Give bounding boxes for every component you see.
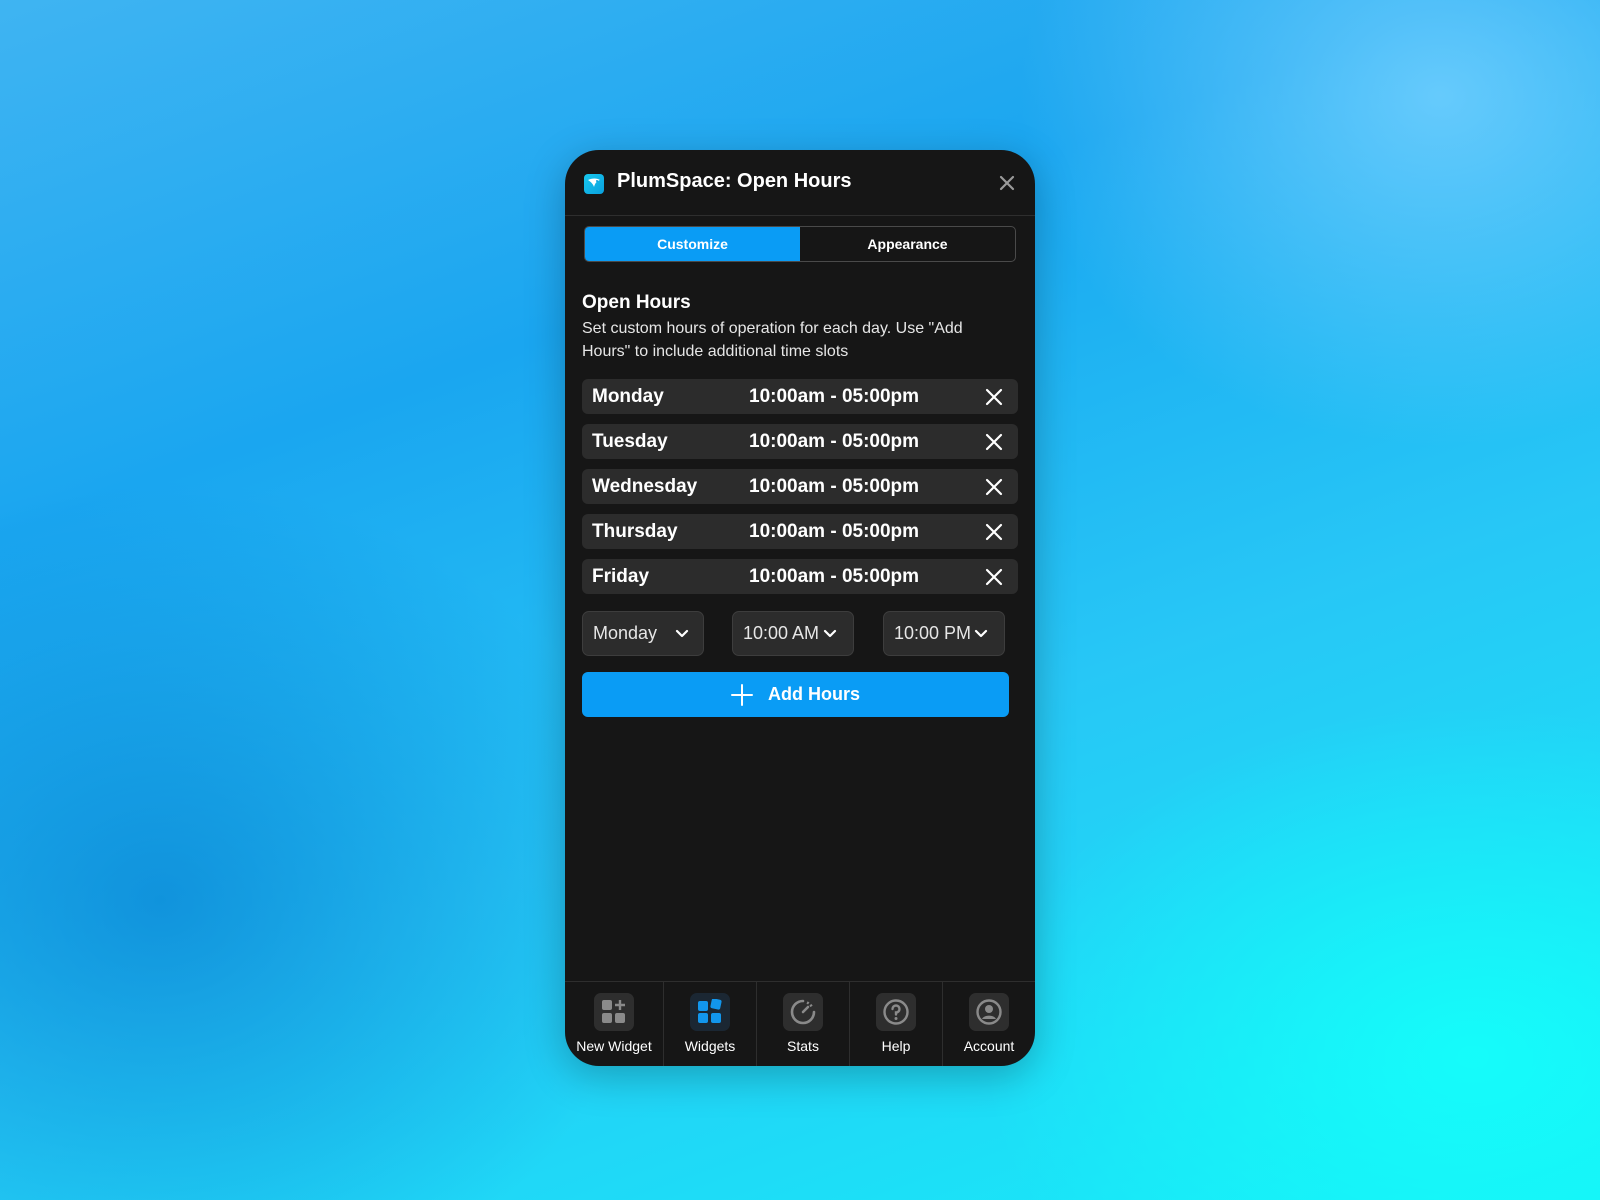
hours-time: 10:00am - 05:00pm: [749, 385, 920, 407]
end-time-value: 10:00 PM: [894, 623, 972, 643]
nav-label: Stats: [787, 1038, 819, 1054]
section-description: Set custom hours of operation for each d…: [582, 320, 963, 360]
remove-icon[interactable]: [985, 433, 1003, 451]
nav-label: Account: [963, 1038, 1015, 1054]
app-logo-icon: [584, 174, 604, 194]
chevron-down-icon: [974, 629, 988, 638]
nav-item-stats[interactable]: Stats: [757, 982, 850, 1066]
hours-row: Wednesday 10:00am - 05:00pm: [582, 469, 1018, 504]
nav-label: Widgets: [684, 1038, 736, 1054]
hours-time: 10:00am - 05:00pm: [749, 430, 920, 452]
tab-bar: Customize Appearance: [584, 226, 1016, 262]
nav-item-account[interactable]: Account: [943, 982, 1035, 1066]
add-hours-label: Add Hours: [768, 684, 860, 704]
app-title: PlumSpace: Open Hours: [617, 170, 852, 192]
bottom-nav: New Widget Widgets Stats Help Account: [565, 981, 1035, 1066]
help-icon: [876, 993, 916, 1031]
hours-day: Thursday: [592, 520, 678, 542]
new-hours-form: Monday 10:00 AM 10:00 PM: [582, 611, 1018, 657]
new-widget-icon: [594, 993, 634, 1031]
hours-row: Friday 10:00am - 05:00pm: [582, 559, 1018, 594]
widgets-icon: [690, 993, 730, 1031]
hours-row: Monday 10:00am - 05:00pm: [582, 379, 1018, 414]
panel-header: PlumSpace: Open Hours: [565, 150, 1035, 216]
hours-day: Monday: [592, 385, 664, 407]
nav-label: New Widget: [576, 1038, 652, 1054]
tab-appearance[interactable]: Appearance: [800, 227, 1015, 261]
hours-row: Thursday 10:00am - 05:00pm: [582, 514, 1018, 549]
nav-label: Help: [881, 1038, 911, 1054]
end-time-select[interactable]: 10:00 PM: [883, 611, 1005, 656]
section-title: Open Hours: [582, 292, 691, 313]
plus-icon: [731, 683, 753, 706]
remove-icon[interactable]: [985, 388, 1003, 406]
nav-item-widgets[interactable]: Widgets: [664, 982, 757, 1066]
remove-icon[interactable]: [985, 478, 1003, 496]
start-time-value: 10:00 AM: [743, 623, 820, 643]
nav-item-help[interactable]: Help: [850, 982, 943, 1066]
hours-time: 10:00am - 05:00pm: [749, 475, 920, 497]
hours-day: Tuesday: [592, 430, 668, 452]
widget-panel: PlumSpace: Open Hours Customize Appearan…: [565, 150, 1035, 1066]
chevron-down-icon: [823, 629, 837, 638]
start-time-select[interactable]: 10:00 AM: [732, 611, 854, 656]
day-select[interactable]: Monday: [582, 611, 704, 656]
tab-customize[interactable]: Customize: [585, 227, 800, 261]
remove-icon[interactable]: [985, 523, 1003, 541]
hours-list: Monday 10:00am - 05:00pm Tuesday 10:00am…: [582, 379, 1018, 604]
hours-day: Wednesday: [592, 475, 698, 497]
close-icon[interactable]: [997, 173, 1017, 193]
hours-time: 10:00am - 05:00pm: [749, 565, 920, 587]
hours-row: Tuesday 10:00am - 05:00pm: [582, 424, 1018, 459]
stats-icon: [783, 993, 823, 1031]
hours-time: 10:00am - 05:00pm: [749, 520, 920, 542]
nav-item-new-widget[interactable]: New Widget: [565, 982, 664, 1066]
account-icon: [969, 993, 1009, 1031]
day-select-value: Monday: [593, 623, 658, 643]
remove-icon[interactable]: [985, 568, 1003, 586]
hours-day: Friday: [592, 565, 650, 587]
chevron-down-icon: [675, 629, 689, 638]
add-hours-button[interactable]: Add Hours: [582, 672, 1009, 717]
